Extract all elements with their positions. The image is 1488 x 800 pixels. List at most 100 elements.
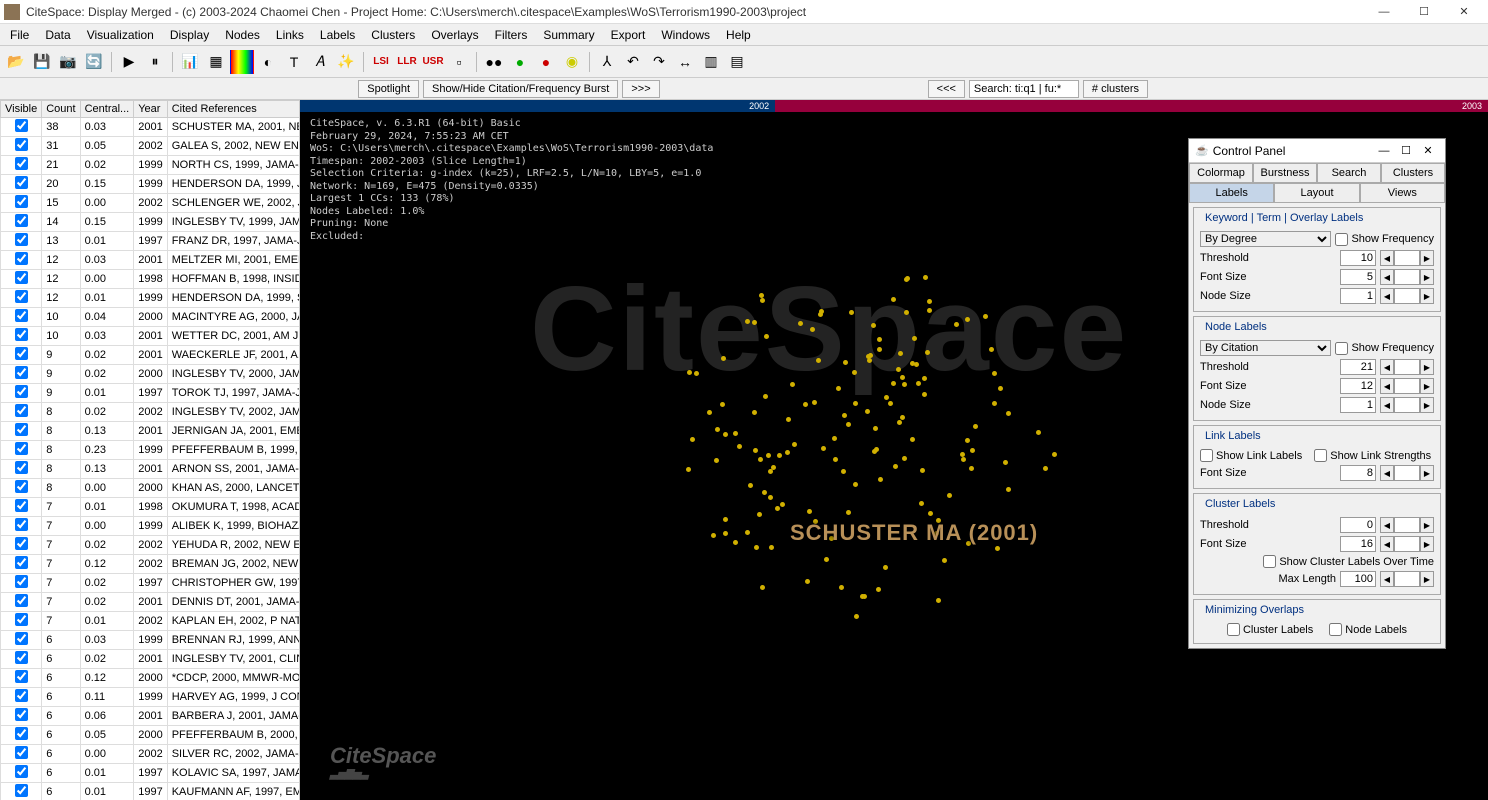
- menu-links[interactable]: Links: [268, 25, 312, 45]
- menu-filters[interactable]: Filters: [487, 25, 536, 45]
- table-row[interactable]: 90.022001WAECKERLE JF, 2001, A...: [1, 346, 301, 365]
- menu-data[interactable]: Data: [37, 25, 78, 45]
- graph-node[interactable]: [775, 506, 780, 511]
- graph-node[interactable]: [792, 442, 797, 447]
- pause-icon[interactable]: ⏸: [143, 50, 167, 74]
- graph-node[interactable]: [720, 402, 725, 407]
- visible-checkbox[interactable]: [15, 746, 28, 759]
- tab-clusters[interactable]: Clusters: [1381, 163, 1445, 182]
- table-row[interactable]: 120.011999HENDERSON DA, 1999, S...: [1, 289, 301, 308]
- contrast-icon[interactable]: ◐: [256, 50, 280, 74]
- graph-node[interactable]: [874, 447, 879, 452]
- tab-labels[interactable]: Labels: [1189, 183, 1274, 202]
- table-row[interactable]: 150.002002SCHLENGER WE, 2002, J...: [1, 194, 301, 213]
- graph-node[interactable]: [853, 482, 858, 487]
- graph-node[interactable]: [805, 579, 810, 584]
- menu-export[interactable]: Export: [603, 25, 654, 45]
- visible-checkbox[interactable]: [15, 195, 28, 208]
- open-icon[interactable]: 📂: [4, 50, 28, 74]
- table-row[interactable]: 210.021999NORTH CS, 1999, JAMA-J...: [1, 156, 301, 175]
- by-citation-select[interactable]: By Citation: [1200, 340, 1331, 356]
- graph-node[interactable]: [803, 402, 808, 407]
- visible-checkbox[interactable]: [15, 138, 28, 151]
- graph-node[interactable]: [954, 322, 959, 327]
- max-length-input[interactable]: [1340, 571, 1376, 587]
- visible-checkbox[interactable]: [15, 328, 28, 341]
- visible-checkbox[interactable]: [15, 233, 28, 246]
- visible-checkbox[interactable]: [15, 556, 28, 569]
- visible-checkbox[interactable]: [15, 784, 28, 797]
- graph-node[interactable]: [854, 614, 859, 619]
- graph-node[interactable]: [752, 410, 757, 415]
- table-row[interactable]: 60.031999BRENNAN RJ, 1999, ANN ...: [1, 631, 301, 650]
- table-row[interactable]: 70.022002YEHUDA R, 2002, NEW E...: [1, 536, 301, 555]
- kw-threshold-input[interactable]: [1340, 250, 1376, 266]
- lsi-button[interactable]: LSI: [369, 50, 393, 74]
- graph-node[interactable]: [754, 545, 759, 550]
- dec-icon[interactable]: ◀: [1380, 250, 1394, 266]
- graph-node[interactable]: [818, 312, 823, 317]
- graph-node[interactable]: [760, 585, 765, 590]
- graph-node[interactable]: [896, 367, 901, 372]
- table-row[interactable]: 200.151999HENDERSON DA, 1999, J...: [1, 175, 301, 194]
- graph-node[interactable]: [878, 477, 883, 482]
- graph-node[interactable]: [897, 420, 902, 425]
- graph-node[interactable]: [919, 501, 924, 506]
- graph-node[interactable]: [965, 317, 970, 322]
- column-header[interactable]: Central...: [80, 101, 134, 118]
- graph-node[interactable]: [983, 314, 988, 319]
- control-panel[interactable]: ☕ Control Panel — ☐ ✕ ColormapBurstnessS…: [1188, 138, 1446, 649]
- menu-clusters[interactable]: Clusters: [363, 25, 423, 45]
- graph-node[interactable]: [992, 401, 997, 406]
- graph-node[interactable]: [927, 308, 932, 313]
- graph-node[interactable]: [877, 337, 882, 342]
- visible-checkbox[interactable]: [15, 119, 28, 132]
- menu-display[interactable]: Display: [162, 25, 217, 45]
- visualization-canvas[interactable]: 2002 2003 CiteSpace, v. 6.3.R1 (64-bit) …: [300, 100, 1488, 800]
- graph-node[interactable]: [833, 457, 838, 462]
- graph-node[interactable]: [760, 298, 765, 303]
- back-button[interactable]: <<<: [928, 80, 965, 98]
- tab-views[interactable]: Views: [1360, 183, 1445, 202]
- table-row[interactable]: 120.032001MELTZER MI, 2001, EMER...: [1, 251, 301, 270]
- graph-node[interactable]: [927, 299, 932, 304]
- table-row[interactable]: 310.052002GALEA S, 2002, NEW EN...: [1, 137, 301, 156]
- table-row[interactable]: 100.032001WETTER DC, 2001, AM J ...: [1, 327, 301, 346]
- graph-node[interactable]: [1036, 430, 1041, 435]
- visible-checkbox[interactable]: [15, 309, 28, 322]
- graph-node[interactable]: [836, 386, 841, 391]
- menu-windows[interactable]: Windows: [653, 25, 718, 45]
- graph-node[interactable]: [753, 448, 758, 453]
- graph-node[interactable]: [798, 321, 803, 326]
- control-panel-titlebar[interactable]: ☕ Control Panel — ☐ ✕: [1189, 139, 1445, 163]
- graph-node[interactable]: [707, 410, 712, 415]
- visible-checkbox[interactable]: [15, 708, 28, 721]
- table-row[interactable]: 120.001998HOFFMAN B, 1998, INSID...: [1, 270, 301, 289]
- visible-checkbox[interactable]: [15, 176, 28, 189]
- graph-node[interactable]: [694, 371, 699, 376]
- show-link-labels-checkbox[interactable]: [1200, 449, 1213, 462]
- forward-button[interactable]: >>>: [622, 80, 659, 98]
- redo-icon[interactable]: ↷: [647, 50, 671, 74]
- graph-node[interactable]: [900, 415, 905, 420]
- menu-labels[interactable]: Labels: [312, 25, 363, 45]
- graph-node[interactable]: [842, 413, 847, 418]
- graph-node[interactable]: [757, 512, 762, 517]
- table-row[interactable]: 130.011997FRANZ DR, 1997, JAMA-J...: [1, 232, 301, 251]
- table-row[interactable]: 60.062001BARBERA J, 2001, JAMA-J...: [1, 707, 301, 726]
- table-row[interactable]: 60.052000PFEFFERBAUM B, 2000, ...: [1, 726, 301, 745]
- graph-node[interactable]: [965, 438, 970, 443]
- graph-node[interactable]: [868, 353, 873, 358]
- menu-nodes[interactable]: Nodes: [217, 25, 268, 45]
- graph-node[interactable]: [883, 565, 888, 570]
- tab-search[interactable]: Search: [1317, 163, 1381, 182]
- visible-checkbox[interactable]: [15, 727, 28, 740]
- graph-node[interactable]: [853, 401, 858, 406]
- slider[interactable]: [1394, 250, 1420, 266]
- gradient-icon[interactable]: [230, 50, 254, 74]
- show-frequency-checkbox-2[interactable]: [1335, 342, 1348, 355]
- undo-icon[interactable]: ↶: [621, 50, 645, 74]
- graph-node[interactable]: [898, 351, 903, 356]
- menu-visualization[interactable]: Visualization: [79, 25, 162, 45]
- graph-node[interactable]: [891, 297, 896, 302]
